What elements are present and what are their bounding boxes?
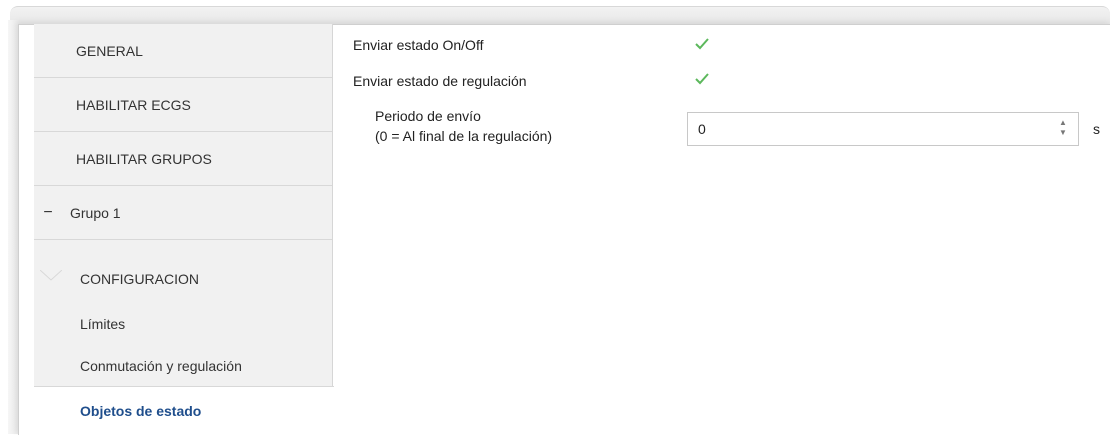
send-period-value[interactable]: 0 [698,121,706,137]
send-period-label: Periodo de envío [375,108,481,124]
send-period-spinbox[interactable]: 0 ▲ ▼ [687,112,1079,146]
send-onoff-checkbox[interactable] [693,35,711,53]
collapse-icon[interactable]: − [34,204,62,222]
send-regulation-checkbox[interactable] [693,70,711,88]
send-regulation-label: Enviar estado de regulación [353,73,527,89]
sidebar-item-habilitar-ecgs[interactable]: HABILITAR ECGS [34,78,332,132]
sidebar: GENERAL HABILITAR ECGS HABILITAR GRUPOS … [34,24,334,434]
sidebar-group-label: Grupo 1 [70,204,121,221]
spin-arrows[interactable]: ▲ ▼ [1058,118,1068,140]
sidebar-subitem-label: CONFIGURACION [80,271,199,287]
sidebar-item-habilitar-grupos[interactable]: HABILITAR GRUPOS [34,132,332,186]
sidebar-item-label: GENERAL [76,42,143,59]
spin-down-icon[interactable]: ▼ [1058,128,1068,138]
sidebar-subitem-limites[interactable]: Límites [34,304,332,344]
sidebar-item-label: HABILITAR GRUPOS [76,150,212,167]
parameters-panel: Enviar estado On/Off Enviar estado de re… [333,24,1110,434]
sidebar-subitem-objetos-de-estado[interactable]: Objetos de estado [34,386,334,434]
spin-up-icon[interactable]: ▲ [1058,118,1068,128]
sidebar-subitem-configuracion[interactable]: CONFIGURACION [34,259,332,299]
sidebar-subitem-conmutacion-regulacion[interactable]: Conmutación y regulación [34,346,332,386]
sidebar-group-grupo-1[interactable]: − Grupo 1 [34,186,332,240]
sidebar-subitem-label: Conmutación y regulación [80,358,242,374]
sidebar-item-general[interactable]: GENERAL [34,24,332,78]
send-period-hint: (0 = Al final de la regulación) [375,128,553,144]
sidebar-item-label: HABILITAR ECGS [76,96,191,113]
send-period-unit: s [1093,121,1100,137]
sidebar-subitem-label: Objetos de estado [80,402,202,419]
window-frame: GENERAL HABILITAR ECGS HABILITAR GRUPOS … [0,0,1110,435]
send-onoff-label: Enviar estado On/Off [353,37,484,53]
sidebar-subitem-label: Límites [80,316,126,332]
